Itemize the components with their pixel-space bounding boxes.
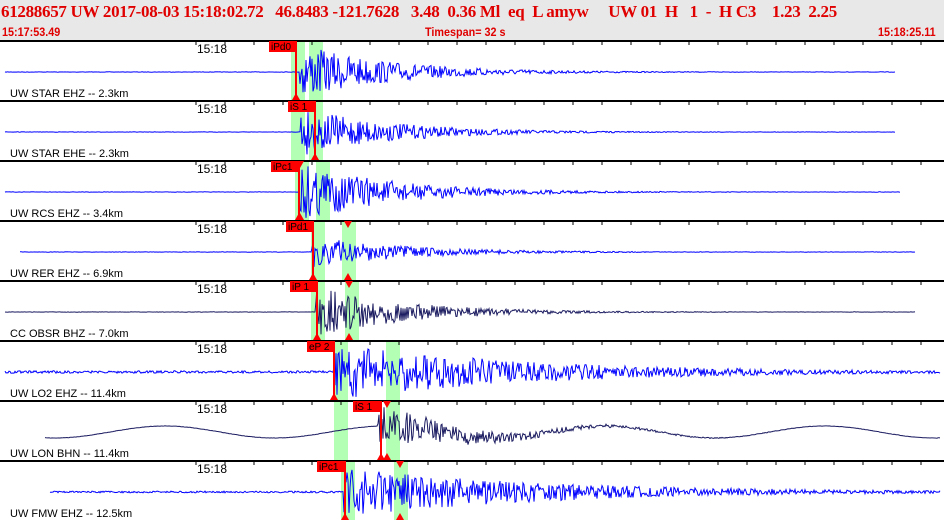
waveform bbox=[4, 49, 896, 93]
event-header: 61288657 UW 2017-08-03 15:18:02.72 46.84… bbox=[0, 0, 944, 40]
station-label: UW LO2 EHZ -- 11.4km bbox=[10, 388, 126, 400]
pick-label: iS 1 bbox=[355, 402, 373, 413]
station-label: CC OBSR BHZ -- 7.0km bbox=[10, 328, 129, 340]
station-label: UW LON BHN -- 11.4km bbox=[10, 448, 129, 460]
tick-label: 15:18 bbox=[197, 42, 227, 56]
station-label: UW STAR EHE -- 2.3km bbox=[10, 148, 129, 160]
station-label: UW RER EHZ -- 6.9km bbox=[10, 268, 123, 280]
pick-label: iPd1 bbox=[288, 222, 308, 233]
waveform bbox=[44, 407, 941, 445]
pick-label: eP 2 bbox=[309, 342, 330, 353]
trace-panel[interactable]: 15:18 iPc1 UW FMW EHZ -- 12.5km bbox=[0, 460, 944, 520]
tick-label: 15:18 bbox=[197, 342, 227, 356]
trace-panel[interactable]: 15:18 iPd0 UW STAR EHZ -- 2.3km bbox=[0, 40, 944, 100]
trace-panel[interactable]: 15:18 iPc1 UW RCS EHZ -- 3.4km bbox=[0, 160, 944, 220]
waveform bbox=[4, 287, 916, 335]
tick-label: 15:18 bbox=[197, 102, 227, 116]
trace-panel[interactable]: 15:18 iP 1 CC OBSR BHZ -- 7.0km bbox=[0, 280, 944, 340]
tick-label: 15:18 bbox=[197, 282, 227, 296]
waveform bbox=[20, 240, 916, 267]
seismogram-panels[interactable]: 15:18 iPd0 UW STAR EHZ -- 2.3km 15:18 iS 1 UW… bbox=[0, 40, 944, 520]
trace-panel[interactable]: 15:18 eP 2 UW LO2 EHZ -- 11.4km bbox=[0, 340, 944, 400]
event-summary: 61288657 UW 2017-08-03 15:18:02.72 46.84… bbox=[1, 2, 837, 21]
end-time: 15:18:25.11 bbox=[878, 25, 936, 39]
pick-label: iS 1 bbox=[290, 102, 308, 113]
pick-label: iPc1 bbox=[273, 162, 293, 173]
tick-label: 15:18 bbox=[197, 162, 227, 176]
start-time: 15:17:53.49 bbox=[2, 25, 61, 39]
tick-label: 15:18 bbox=[197, 402, 227, 416]
pick-window bbox=[386, 401, 400, 460]
pick-label: iPd0 bbox=[271, 42, 291, 53]
trace-panel[interactable]: 15:18 iS 1 UW STAR EHE -- 2.3km bbox=[0, 100, 944, 160]
tick-label: 15:18 bbox=[197, 462, 227, 476]
waveform bbox=[49, 469, 941, 514]
waveform bbox=[4, 112, 895, 155]
trace-panel[interactable]: 15:18 iPd1 UW RER EHZ -- 6.9km bbox=[0, 220, 944, 280]
waveform bbox=[4, 166, 900, 218]
tick-label: 15:18 bbox=[197, 222, 227, 236]
pick-label: iP 1 bbox=[292, 282, 309, 293]
pick-label: iPc1 bbox=[319, 462, 339, 473]
station-label: UW FMW EHZ -- 12.5km bbox=[10, 508, 132, 520]
station-label: UW STAR EHZ -- 2.3km bbox=[10, 88, 128, 100]
timespan: Timespan= 32 s bbox=[425, 25, 506, 39]
station-label: UW RCS EHZ -- 3.4km bbox=[10, 208, 123, 220]
waveform bbox=[4, 348, 941, 397]
trace-panel[interactable]: 15:18 iS 1 UW LON BHN -- 11.4km bbox=[0, 400, 944, 460]
